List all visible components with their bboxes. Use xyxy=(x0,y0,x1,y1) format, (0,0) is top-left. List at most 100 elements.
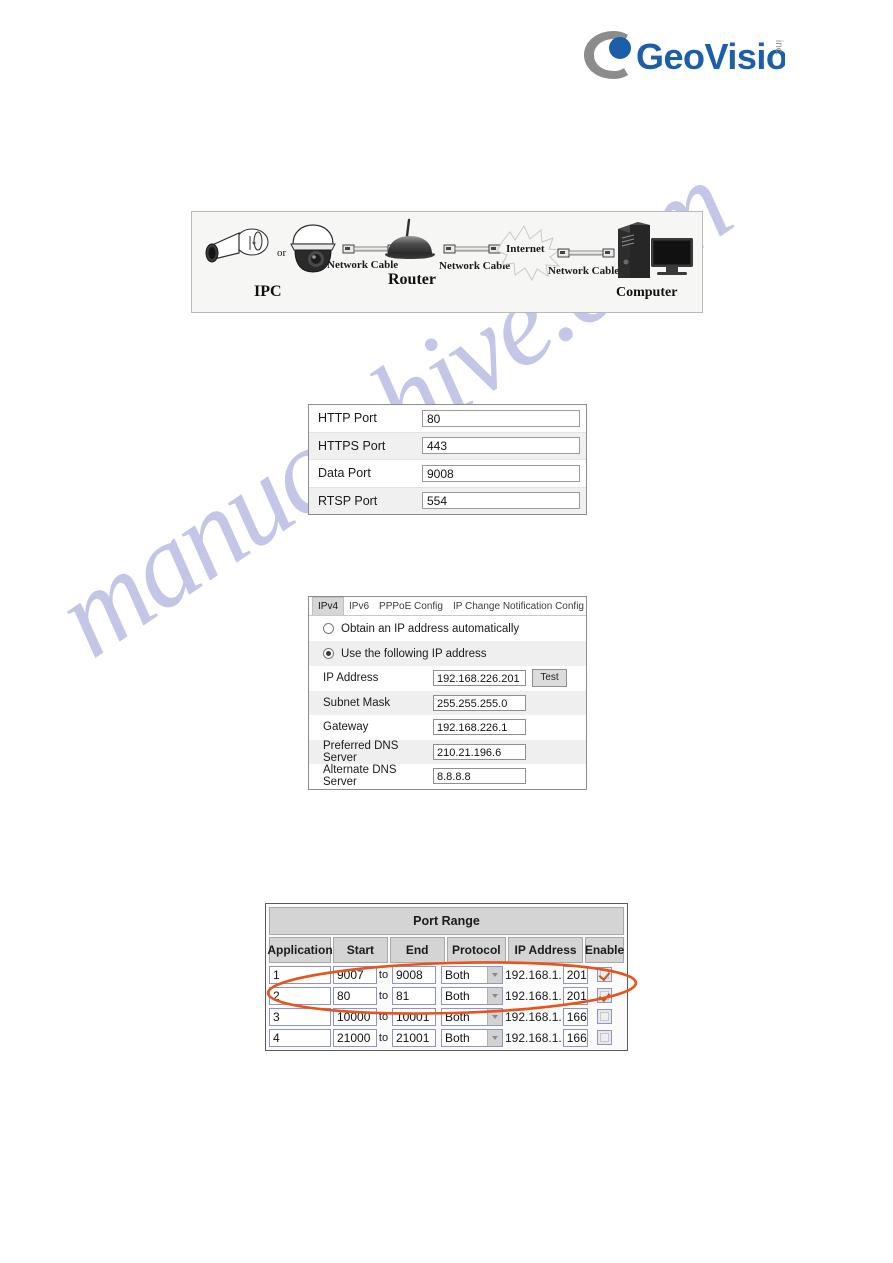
table-row: 4 21000 to 21001 Both 192.168.1. 166 xyxy=(269,1028,624,1047)
enable-wrap xyxy=(585,988,624,1003)
gateway-input[interactable]: 192.168.226.1 xyxy=(433,719,526,736)
network-cable-2-icon xyxy=(443,244,501,254)
table-row: 2 80 to 81 Both 192.168.1. 201 xyxy=(269,986,624,1005)
to-separator: to xyxy=(378,1010,389,1023)
cell-application: 3 xyxy=(269,1007,331,1026)
tab-ip-change-notification-config[interactable]: IP Change Notification Config xyxy=(448,598,589,615)
cell-end: 21001 xyxy=(392,1028,439,1047)
preferred-dns-input[interactable]: 210.21.196.6 xyxy=(433,743,526,760)
alternate-dns-input[interactable]: 8.8.8.8 xyxy=(433,768,526,785)
svg-text:GeoVision: GeoVision xyxy=(636,36,785,77)
end-port-input[interactable]: 81 xyxy=(392,986,436,1005)
row-preferred-dns: Preferred DNS Server 210.21.196.6 xyxy=(309,739,586,764)
protocol-select[interactable]: Both xyxy=(441,986,503,1005)
tab-pppoe-config[interactable]: PPPoE Config xyxy=(374,598,448,615)
ip-octet-input[interactable]: 166 xyxy=(562,1007,588,1026)
cell-ip-address: 192.168.1. 166 xyxy=(505,1007,588,1026)
field-https-port: 443 xyxy=(422,437,586,455)
start-port-input[interactable]: 10000 xyxy=(333,1007,377,1026)
cell-end: 9008 xyxy=(392,965,439,984)
http-port-input[interactable]: 80 xyxy=(422,409,580,427)
port-range-header-row: Application Start End Protocol IP Addres… xyxy=(267,937,624,963)
protocol-select[interactable]: Both xyxy=(441,1007,503,1026)
ip-prefix-text: 192.168.1. xyxy=(505,1009,562,1024)
protocol-select[interactable]: Both xyxy=(441,965,503,984)
tab-ipv6[interactable]: IPv6 xyxy=(344,598,374,615)
label-https-port: HTTPS Port xyxy=(318,438,386,453)
svg-text:inc.: inc. xyxy=(773,40,784,56)
column-header-start: Start xyxy=(333,937,388,963)
subnet-mask-input[interactable]: 255.255.255.0 xyxy=(433,694,526,711)
ip-prefix-text: 192.168.1. xyxy=(505,1030,562,1045)
diagram-label-cable-3: Network Cable xyxy=(548,265,619,277)
end-port-input[interactable]: 10001 xyxy=(392,1007,436,1026)
enable-wrap xyxy=(585,967,624,982)
table-row: 3 10000 to 10001 Both 192.168.1. 166 xyxy=(269,1007,624,1026)
port-range-title: Port Range xyxy=(269,907,624,935)
end-port-input[interactable]: 9008 xyxy=(392,965,436,984)
cell-start: 9007 to xyxy=(333,965,390,984)
enable-wrap xyxy=(585,1009,624,1024)
cell-end: 81 xyxy=(392,986,439,1005)
application-input[interactable]: 2 xyxy=(269,986,331,1005)
cell-application: 2 xyxy=(269,986,331,1005)
cell-protocol: Both xyxy=(441,1007,503,1026)
cell-ip-address: 192.168.1. 166 xyxy=(505,1028,588,1047)
diagram-label-cable-1: Network Cable xyxy=(327,259,398,271)
tab-ipv4[interactable]: IPv4 xyxy=(312,597,345,615)
application-input[interactable]: 4 xyxy=(269,1028,331,1047)
end-port-input[interactable]: 21001 xyxy=(392,1028,436,1047)
label-subnet-mask: Subnet Mask xyxy=(323,696,391,709)
application-input[interactable]: 1 xyxy=(269,965,331,984)
field-data-port: 9008 xyxy=(422,464,586,482)
radio-row-use-following-ip[interactable]: Use the following IP address xyxy=(309,641,586,666)
enable-checkbox[interactable] xyxy=(597,988,612,1003)
chevron-down-icon[interactable] xyxy=(487,966,502,983)
application-input[interactable]: 3 xyxy=(269,1007,331,1026)
enable-checkbox[interactable] xyxy=(597,1009,612,1024)
protocol-value: Both xyxy=(445,1009,470,1024)
diagram-label-cable-2: Network Cable xyxy=(439,260,510,272)
port-range-table: Port Range Application Start End Protoco… xyxy=(265,903,628,1051)
https-port-input[interactable]: 443 xyxy=(422,437,580,455)
diagram-label-computer: Computer xyxy=(616,285,677,300)
chevron-down-icon[interactable] xyxy=(487,987,502,1004)
start-port-input[interactable]: 80 xyxy=(333,986,377,1005)
ip-octet-input[interactable]: 201 xyxy=(562,965,588,984)
radio-label-use-following-ip: Use the following IP address xyxy=(341,647,487,660)
cell-enable xyxy=(585,1028,624,1047)
field-rtsp-port: 554 xyxy=(422,492,586,510)
data-port-input[interactable]: 9008 xyxy=(422,464,580,482)
label-preferred-dns-server: Preferred DNS Server xyxy=(323,739,399,764)
computer-icon xyxy=(618,222,693,278)
start-port-input[interactable]: 21000 xyxy=(333,1028,377,1047)
field-http-port: 80 xyxy=(422,409,586,427)
ip-address-input[interactable]: 192.168.226.201 xyxy=(433,670,526,687)
diagram-label-router: Router xyxy=(388,271,436,288)
rtsp-port-input[interactable]: 554 xyxy=(422,492,580,510)
cell-ip-address: 192.168.1. 201 xyxy=(505,986,588,1005)
radio-row-obtain-automatically[interactable]: Obtain an IP address automatically xyxy=(309,616,586,641)
cell-ip-address: 192.168.1. 201 xyxy=(505,965,588,984)
radio-button-obtain-automatically[interactable] xyxy=(323,623,334,634)
ip-octet-input[interactable]: 201 xyxy=(562,986,588,1005)
ip-configuration-panel: IPv4 IPv6 PPPoE Config IP Change Notific… xyxy=(308,596,587,790)
radio-button-use-following-ip[interactable] xyxy=(323,648,334,659)
protocol-select[interactable]: Both xyxy=(441,1028,503,1047)
row-gateway: Gateway 192.168.226.1 xyxy=(309,715,586,740)
row-alternate-dns: Alternate DNS Server 8.8.8.8 xyxy=(309,764,586,789)
port-settings-row-rtsp: RTSP Port 554 xyxy=(309,487,586,514)
enable-checkbox[interactable] xyxy=(597,1030,612,1045)
cell-start: 10000 to xyxy=(333,1007,390,1026)
protocol-value: Both xyxy=(445,988,470,1003)
enable-checkbox[interactable] xyxy=(597,967,612,982)
ip-octet-input[interactable]: 166 xyxy=(562,1028,588,1047)
test-button[interactable]: Test xyxy=(532,669,567,688)
port-settings-row-http: HTTP Port 80 xyxy=(309,405,586,433)
chevron-down-icon[interactable] xyxy=(487,1008,502,1025)
column-header-protocol: Protocol xyxy=(446,937,507,963)
chevron-down-icon[interactable] xyxy=(487,1029,502,1046)
diagram-label-ipc: IPC xyxy=(254,283,282,300)
start-port-input[interactable]: 9007 xyxy=(333,965,377,984)
cell-enable xyxy=(585,1007,624,1026)
